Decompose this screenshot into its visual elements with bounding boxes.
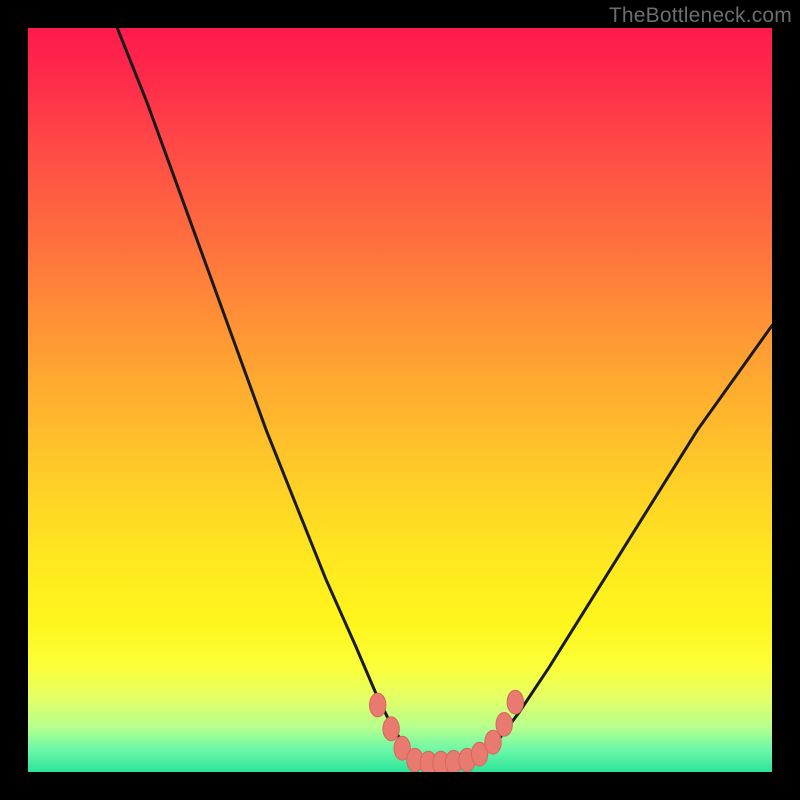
trough-markers xyxy=(370,690,524,772)
trough-marker xyxy=(507,690,523,714)
trough-marker xyxy=(496,713,512,737)
bottleneck-curve xyxy=(117,28,772,765)
trough-marker xyxy=(383,717,399,741)
watermark-text: TheBottleneck.com xyxy=(609,4,792,28)
chart-overlay xyxy=(28,28,772,772)
outer-frame: TheBottleneck.com xyxy=(0,0,800,800)
trough-marker xyxy=(370,693,386,717)
plot-area xyxy=(28,28,772,772)
